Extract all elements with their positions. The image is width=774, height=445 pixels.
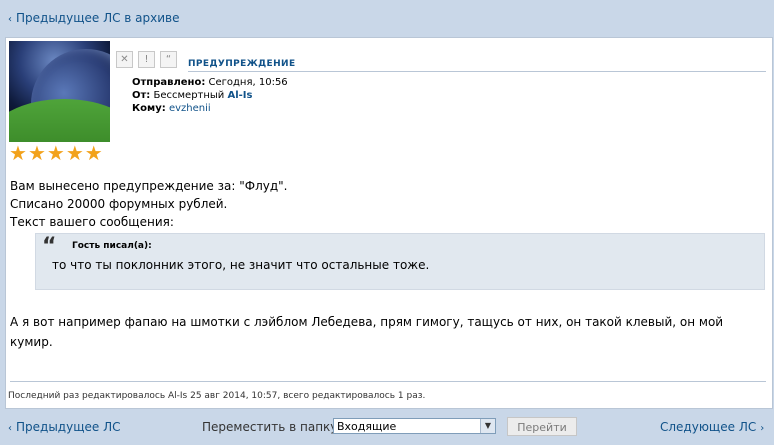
sent-value: Сегодня, 10:56 <box>208 77 288 88</box>
message-panel: ★★★★★ ✕! “ ПРЕДУПРЕЖДЕНИЕ Отправлено: Сег… <box>5 37 773 409</box>
quote-mark-icon: “ <box>42 234 57 259</box>
avatar <box>9 41 110 142</box>
star-icon: ★ <box>84 141 104 165</box>
delete-icon[interactable]: ✕ <box>116 51 133 68</box>
prev-message-nav: ‹ Предыдущее ЛС <box>8 420 120 434</box>
message-controls: ✕! “ <box>116 51 182 68</box>
body-line-3: Текст вашего сообщения: <box>10 215 174 229</box>
to-user-link[interactable]: evzhenii <box>169 103 211 114</box>
next-message-nav: Следующее ЛС › <box>660 420 764 434</box>
from-user-link[interactable]: Al-Is <box>227 90 252 101</box>
chevron-left-icon: ‹ <box>8 423 12 434</box>
divider <box>10 381 766 382</box>
star-icon: ★ <box>27 141 47 165</box>
message-meta: Отправлено: Сегодня, 10:56 От: Бессмертн… <box>132 76 288 115</box>
from-label: От: <box>132 90 151 101</box>
sent-label: Отправлено: <box>132 77 206 88</box>
body-line-2: Списано 20000 форумных рублей. <box>10 197 228 211</box>
prev-archive-link[interactable]: Предыдущее ЛС в архиве <box>16 11 180 25</box>
go-button[interactable]: Перейти <box>507 417 577 436</box>
rating-stars: ★★★★★ <box>9 142 104 164</box>
star-icon: ★ <box>9 141 28 165</box>
quote-text: то что ты поклонник этого, не значит что… <box>52 258 430 272</box>
folder-select[interactable]: Входящие ▼ <box>333 418 496 434</box>
message-text: А я вот например фапаю на шмотки с лэйбл… <box>10 315 724 349</box>
move-folder-label: Переместить в папку: <box>202 420 342 434</box>
quote-author: Гость писал(а): <box>72 241 152 251</box>
star-icon: ★ <box>46 141 66 165</box>
quote-block: “ Гость писал(а): то что ты поклонник эт… <box>35 233 765 290</box>
dropdown-arrow-icon[interactable]: ▼ <box>480 419 495 433</box>
next-message-link[interactable]: Следующее ЛС <box>660 420 756 434</box>
chevron-right-icon: › <box>760 423 765 434</box>
to-label: Кому: <box>132 103 166 114</box>
message-body: Вам вынесено предупреждение за: "Флуд". … <box>10 177 287 231</box>
prev-message-link[interactable]: Предыдущее ЛС <box>16 420 120 434</box>
bottom-nav: ‹ Предыдущее ЛС Переместить в папку: Вход… <box>0 417 774 438</box>
message-subject-bar: ПРЕДУПРЕЖДЕНИЕ <box>188 55 766 72</box>
body-line-1: Вам вынесено предупреждение за: "Флуд". <box>10 179 288 193</box>
chevron-left-icon: ‹ <box>8 14 12 25</box>
message-subject[interactable]: ПРЕДУПРЕЖДЕНИЕ <box>188 59 296 69</box>
report-icon[interactable]: ! <box>138 51 155 68</box>
from-prefix: Бессмертный <box>153 90 225 101</box>
folder-selected-value: Входящие <box>337 420 397 433</box>
star-icon: ★ <box>65 141 85 165</box>
avatar-hill <box>9 99 110 142</box>
quote-icon[interactable]: “ <box>160 51 177 68</box>
prev-archive-nav: ‹ Предыдущее ЛС в архиве <box>8 11 180 25</box>
edit-note: Последний раз редактировалось Al-Is 25 а… <box>8 391 426 401</box>
